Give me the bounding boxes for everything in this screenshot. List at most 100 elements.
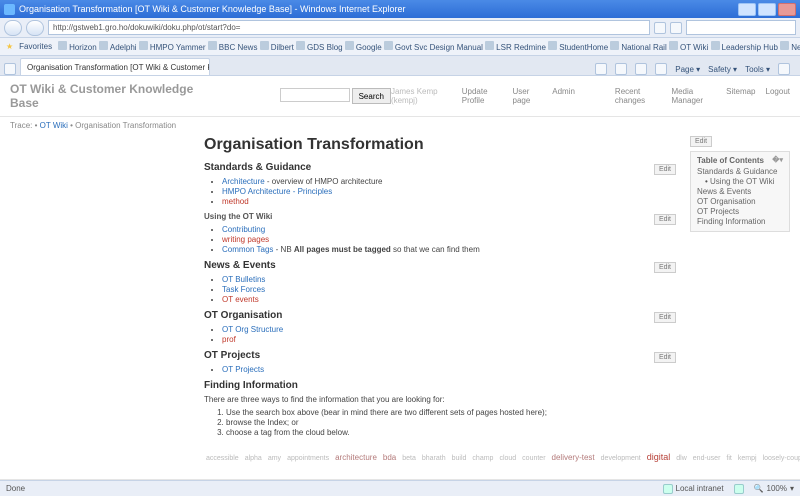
feeds-icon[interactable] xyxy=(615,63,627,75)
wiki-search: Search xyxy=(280,88,391,104)
page-footer-tools: Edit this pageDiscussionOld revisionsBac… xyxy=(0,479,800,480)
update-profile-link[interactable]: Update Profile xyxy=(462,87,503,105)
logout-link[interactable]: Logout xyxy=(766,87,790,105)
window-maximize[interactable] xyxy=(758,3,776,16)
link-ot-events[interactable]: OT events xyxy=(222,295,259,304)
toc-item[interactable]: OT Projects xyxy=(697,207,739,216)
favorite-link[interactable]: BBC News xyxy=(208,43,258,52)
tag-cloud: accessible alpha amy appointments architectu… xyxy=(204,443,676,469)
tag[interactable]: bda xyxy=(383,453,396,462)
heading-standards: Standards & Guidance xyxy=(204,162,676,173)
favorite-link[interactable]: Dilbert xyxy=(260,43,294,52)
help-icon[interactable] xyxy=(778,63,790,75)
home-icon[interactable] xyxy=(595,63,607,75)
edit-page-button[interactable]: Edit xyxy=(690,136,712,147)
edit-section-proj[interactable]: Edit xyxy=(654,352,676,363)
tag[interactable]: build xyxy=(452,455,467,462)
admin-link[interactable]: Admin xyxy=(552,87,575,105)
link-ot-bulletins[interactable]: OT Bulletins xyxy=(222,275,265,284)
favorite-link[interactable]: New Tab xyxy=(780,43,800,52)
tag[interactable]: alpha xyxy=(245,455,262,462)
mail-icon[interactable] xyxy=(635,63,647,75)
print-icon[interactable] xyxy=(655,63,667,75)
media-manager-link[interactable]: Media Manager xyxy=(671,87,716,105)
toc-item[interactable]: Using the OT Wiki xyxy=(710,177,774,186)
nav-forward-button[interactable] xyxy=(26,20,44,36)
refresh-icon[interactable] xyxy=(654,22,666,34)
favorite-link[interactable]: LSR Redmine xyxy=(485,43,546,52)
favorite-link[interactable]: StudentHome xyxy=(548,43,608,52)
favorites-star-icon[interactable]: ★ xyxy=(6,42,13,51)
link-architecture[interactable]: Architecture xyxy=(222,177,265,186)
favorite-link[interactable]: OT Wiki xyxy=(669,43,708,52)
favorite-link[interactable]: Adelphi xyxy=(99,43,137,52)
link-writing-pages[interactable]: writing pages xyxy=(222,235,269,244)
toc-toggle-icon[interactable]: �▾ xyxy=(772,156,783,165)
toc-item[interactable]: Standards & Guidance xyxy=(697,167,778,176)
toc-title: Table of Contents xyxy=(697,156,764,165)
link-common-tags[interactable]: Common Tags xyxy=(222,245,273,254)
breadcrumb-otwiki[interactable]: OT Wiki xyxy=(40,121,68,130)
tag[interactable]: amy xyxy=(268,455,281,462)
tag[interactable]: dlw xyxy=(676,455,687,462)
toc-item[interactable]: OT Organisation xyxy=(697,197,756,206)
window-close[interactable] xyxy=(778,3,796,16)
tag[interactable]: cloud xyxy=(499,455,516,462)
find-intro: There are three ways to find the informa… xyxy=(204,395,676,404)
link-prof[interactable]: prof xyxy=(222,335,236,344)
toc-item[interactable]: News & Events xyxy=(697,187,751,196)
favorite-link[interactable]: GDS Blog xyxy=(296,43,343,52)
favorite-link[interactable]: Govt Svc Design Manual xyxy=(384,43,483,52)
stop-icon[interactable] xyxy=(670,22,682,34)
page-title: Organisation Transformation xyxy=(204,136,676,154)
link-method[interactable]: method xyxy=(222,197,249,206)
link-ot-org-structure[interactable]: OT Org Structure xyxy=(222,325,283,334)
cmd-safety[interactable]: Safety ▾ xyxy=(708,65,737,74)
tag[interactable]: accessible xyxy=(206,455,239,462)
link-task-forces[interactable]: Task Forces xyxy=(222,285,265,294)
favicon-icon xyxy=(345,41,354,50)
tag[interactable]: digital xyxy=(647,452,671,462)
tag[interactable]: counter xyxy=(522,455,545,462)
recent-changes-link[interactable]: Recent changes xyxy=(615,87,662,105)
favorite-link[interactable]: National Rail xyxy=(610,43,666,52)
address-bar[interactable]: http://gstweb1.gro.ho/dokuwiki/doku.php/… xyxy=(48,20,650,35)
tag[interactable]: champ xyxy=(472,455,493,462)
link-ot-projects[interactable]: OT Projects xyxy=(222,365,264,374)
edit-section-news[interactable]: Edit xyxy=(654,262,676,273)
wiki-search-input[interactable] xyxy=(280,88,350,102)
tag[interactable]: delivery-test xyxy=(552,453,595,462)
tab-label: Organisation Transformation [OT Wiki & C… xyxy=(27,63,210,72)
tag[interactable]: beta xyxy=(402,455,416,462)
cmd-tools[interactable]: Tools ▾ xyxy=(745,65,770,74)
toc-item[interactable]: Finding Information xyxy=(697,217,765,226)
favorite-link[interactable]: HMPO Yammer xyxy=(139,43,206,52)
status-zoom[interactable]: 🔍 100% ▾ xyxy=(754,484,794,493)
intranet-icon xyxy=(663,484,673,494)
tag[interactable]: development xyxy=(601,455,641,462)
heading-using: Using the OT Wiki xyxy=(204,212,676,221)
edit-section-org[interactable]: Edit xyxy=(654,312,676,323)
logged-in-user: James Kemp (kempj) xyxy=(391,87,452,105)
nav-back-button[interactable] xyxy=(4,20,22,36)
sitemap-link[interactable]: Sitemap xyxy=(726,87,755,105)
cmd-page[interactable]: Page ▾ xyxy=(675,65,700,74)
edit-section-standards[interactable]: Edit xyxy=(654,164,676,175)
browser-search-box[interactable] xyxy=(686,20,796,35)
status-zone: Local intranet xyxy=(676,484,724,493)
tag[interactable]: appointments xyxy=(287,455,329,462)
window-minimize[interactable] xyxy=(738,3,756,16)
edit-section-using[interactable]: Edit xyxy=(654,214,676,225)
tag[interactable]: bharath xyxy=(422,455,446,462)
main-content: Organisation Transformation Edit Standar… xyxy=(204,134,676,469)
favorite-link[interactable]: Horizon xyxy=(58,43,97,52)
tag[interactable]: architecture xyxy=(335,453,377,462)
favorite-link[interactable]: Google xyxy=(345,43,382,52)
link-contributing[interactable]: Contributing xyxy=(222,225,265,234)
link-hmpo-principles[interactable]: HMPO Architecture - Principles xyxy=(222,187,332,196)
browser-tab-active[interactable]: Organisation Transformation [OT Wiki & C… xyxy=(20,58,210,75)
favorite-link[interactable]: Leadership Hub xyxy=(711,43,778,52)
wiki-search-button[interactable]: Search xyxy=(352,88,391,104)
favorites-button-icon[interactable] xyxy=(4,63,16,75)
user-page-link[interactable]: User page xyxy=(513,87,543,105)
